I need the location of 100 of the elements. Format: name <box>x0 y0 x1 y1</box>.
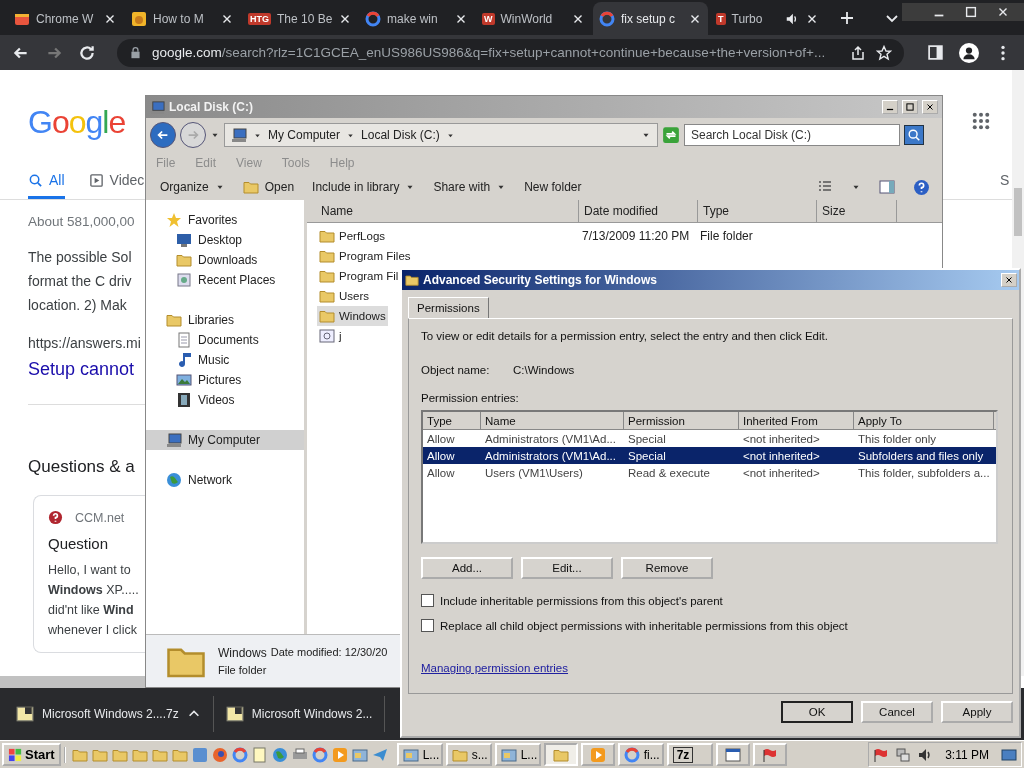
refresh-icon[interactable] <box>662 126 680 144</box>
search-tab[interactable]: All <box>28 172 65 199</box>
nav-item[interactable]: Favorites <box>146 210 304 230</box>
browser-tab[interactable]: W WinWorld <box>476 2 591 35</box>
dialog-button[interactable]: Remove <box>621 557 713 579</box>
checkbox-label[interactable]: Replace all child object permissions with inheritable permissions from this object <box>440 619 848 632</box>
taskbar-button[interactable] <box>752 743 787 766</box>
download-item[interactable]: Microsoft Windows 2... <box>213 696 385 732</box>
reload-icon[interactable] <box>78 43 96 62</box>
command-button[interactable]: New folder <box>524 180 582 194</box>
apps-grid-icon[interactable] <box>971 111 991 131</box>
column-header[interactable]: Name <box>481 412 624 429</box>
column-header[interactable]: Type <box>423 412 481 429</box>
address-bar[interactable]: google.com/search?rlz=1C1GCEA_enUS986US986&q=fix+setup+cannot+continue+because+the+version+of+... <box>117 38 904 67</box>
dialog-button[interactable]: Add... <box>421 557 513 579</box>
help-link[interactable]: Managing permission entries <box>421 662 569 674</box>
share-icon[interactable] <box>850 44 866 61</box>
column-header[interactable]: Size <box>817 200 897 222</box>
restore-icon[interactable] <box>964 5 978 19</box>
list-item[interactable]: Program Fil <box>317 266 401 286</box>
dialog-button[interactable]: OK <box>781 701 853 723</box>
browser-tab[interactable]: HTG The 10 Be <box>242 2 357 35</box>
ring-logo-icon[interactable] <box>231 746 248 763</box>
dialog-button[interactable]: Edit... <box>521 557 613 579</box>
list-item[interactable]: j <box>317 326 344 346</box>
help-icon[interactable] <box>913 178 930 196</box>
browser-tab[interactable]: T Turbo <box>710 2 825 35</box>
command-button[interactable]: Organize <box>160 180 225 194</box>
bookmark-star-icon[interactable] <box>876 44 892 61</box>
dialog-button[interactable]: Cancel <box>861 701 933 723</box>
nav-item[interactable]: Downloads <box>146 250 304 270</box>
google-logo[interactable]: Google <box>28 70 126 144</box>
play-icon <box>589 746 606 763</box>
taskbar-button[interactable]: L... <box>494 743 541 766</box>
column-header[interactable]: Apply To <box>854 412 994 429</box>
list-item[interactable]: Windows <box>317 306 388 326</box>
browser-icon[interactable] <box>211 746 228 763</box>
network-icon[interactable] <box>895 746 912 763</box>
taskbar-button[interactable]: fi... <box>617 743 664 766</box>
nav-item[interactable]: Libraries <box>146 310 304 330</box>
search-field[interactable]: Search Local Disk (C:) <box>684 124 900 146</box>
checkbox[interactable] <box>421 619 434 632</box>
search-button[interactable] <box>904 125 924 145</box>
checkbox[interactable] <box>421 594 434 607</box>
flag-icon[interactable] <box>873 746 890 763</box>
nav-item[interactable]: My Computer <box>146 430 304 450</box>
ring-logo-icon <box>599 10 615 27</box>
list-item[interactable]: Program Files <box>317 246 413 266</box>
nav-item[interactable]: Desktop <box>146 230 304 250</box>
preview-pane-icon[interactable] <box>879 179 895 195</box>
taskbar-button[interactable]: s... <box>445 743 492 766</box>
taskbar-button[interactable]: L... <box>396 743 443 766</box>
new-tab-icon[interactable] <box>839 9 855 26</box>
nav-item[interactable]: Music <box>146 350 304 370</box>
command-button[interactable]: Open <box>242 179 295 195</box>
close-button[interactable] <box>922 100 938 114</box>
source-name: CCM.net <box>75 510 125 525</box>
result-title[interactable]: Setup cannot <box>28 359 135 380</box>
nav-item[interactable]: Documents <box>146 330 304 350</box>
command-button[interactable]: Share with <box>433 180 507 194</box>
browser-tab[interactable]: Chrome W <box>8 2 123 35</box>
nav-item[interactable]: Network <box>146 470 304 490</box>
permission-row[interactable]: Allow Users (VM1\Users) Read & execute <not inherited> This folder, subfolders a... <box>423 464 996 481</box>
back-button[interactable] <box>150 122 176 148</box>
command-button[interactable]: Include in library <box>312 180 416 194</box>
start-button[interactable]: Start <box>2 743 61 766</box>
permission-row[interactable]: Allow Administrators (VM1\Ad... Special <not inherited> This folder only <box>423 430 996 447</box>
download-item[interactable]: Microsoft Windows 2....7z <box>0 696 213 732</box>
browser-tab[interactable]: How to M <box>125 2 240 35</box>
list-item[interactable]: PerfLogs <box>317 226 388 246</box>
dialog-tab[interactable]: Permissions <box>408 297 489 318</box>
column-header[interactable]: Type <box>698 200 817 222</box>
speaker-icon <box>785 11 799 26</box>
ring-logo-icon[interactable] <box>311 746 328 763</box>
maximize-button[interactable] <box>902 100 918 114</box>
side-panel-icon[interactable] <box>927 44 944 61</box>
column-header[interactable]: Permission <box>624 412 739 429</box>
column-header[interactable]: Name <box>307 200 579 222</box>
permission-row[interactable]: Allow Administrators (VM1\Ad... Special <not inherited> Subfolders and files only <box>423 447 996 464</box>
column-header[interactable]: Inherited From <box>739 412 854 429</box>
browser-tab[interactable]: make win <box>359 2 474 35</box>
checkbox-label[interactable]: Include inheritable permissions from this object's parent <box>440 594 723 607</box>
nav-item[interactable]: Pictures <box>146 370 304 390</box>
taskbar-button[interactable]: 7z <box>666 743 713 766</box>
list-item[interactable]: Users <box>317 286 372 306</box>
column-header[interactable]: Date modified <box>579 200 698 222</box>
address-field[interactable]: My Computer Local Disk (C:) <box>224 123 658 147</box>
nav-item[interactable]: Videos <box>146 390 304 410</box>
forward-button[interactable] <box>180 122 206 148</box>
browser-tab[interactable]: fix setup c <box>593 2 708 35</box>
close-button[interactable] <box>1001 273 1017 287</box>
dialog-button[interactable]: Apply <box>941 701 1013 723</box>
result-url[interactable]: https://answers.mi <box>28 335 141 351</box>
minimize-button[interactable] <box>882 100 898 114</box>
nav-item[interactable]: Recent Places <box>146 270 304 290</box>
taskbar-button[interactable] <box>715 743 750 766</box>
search-tab[interactable]: Videc <box>88 172 145 199</box>
scrollbar[interactable] <box>0 676 145 688</box>
profile-icon[interactable] <box>959 42 979 63</box>
desktop-icon[interactable] <box>1001 746 1017 763</box>
